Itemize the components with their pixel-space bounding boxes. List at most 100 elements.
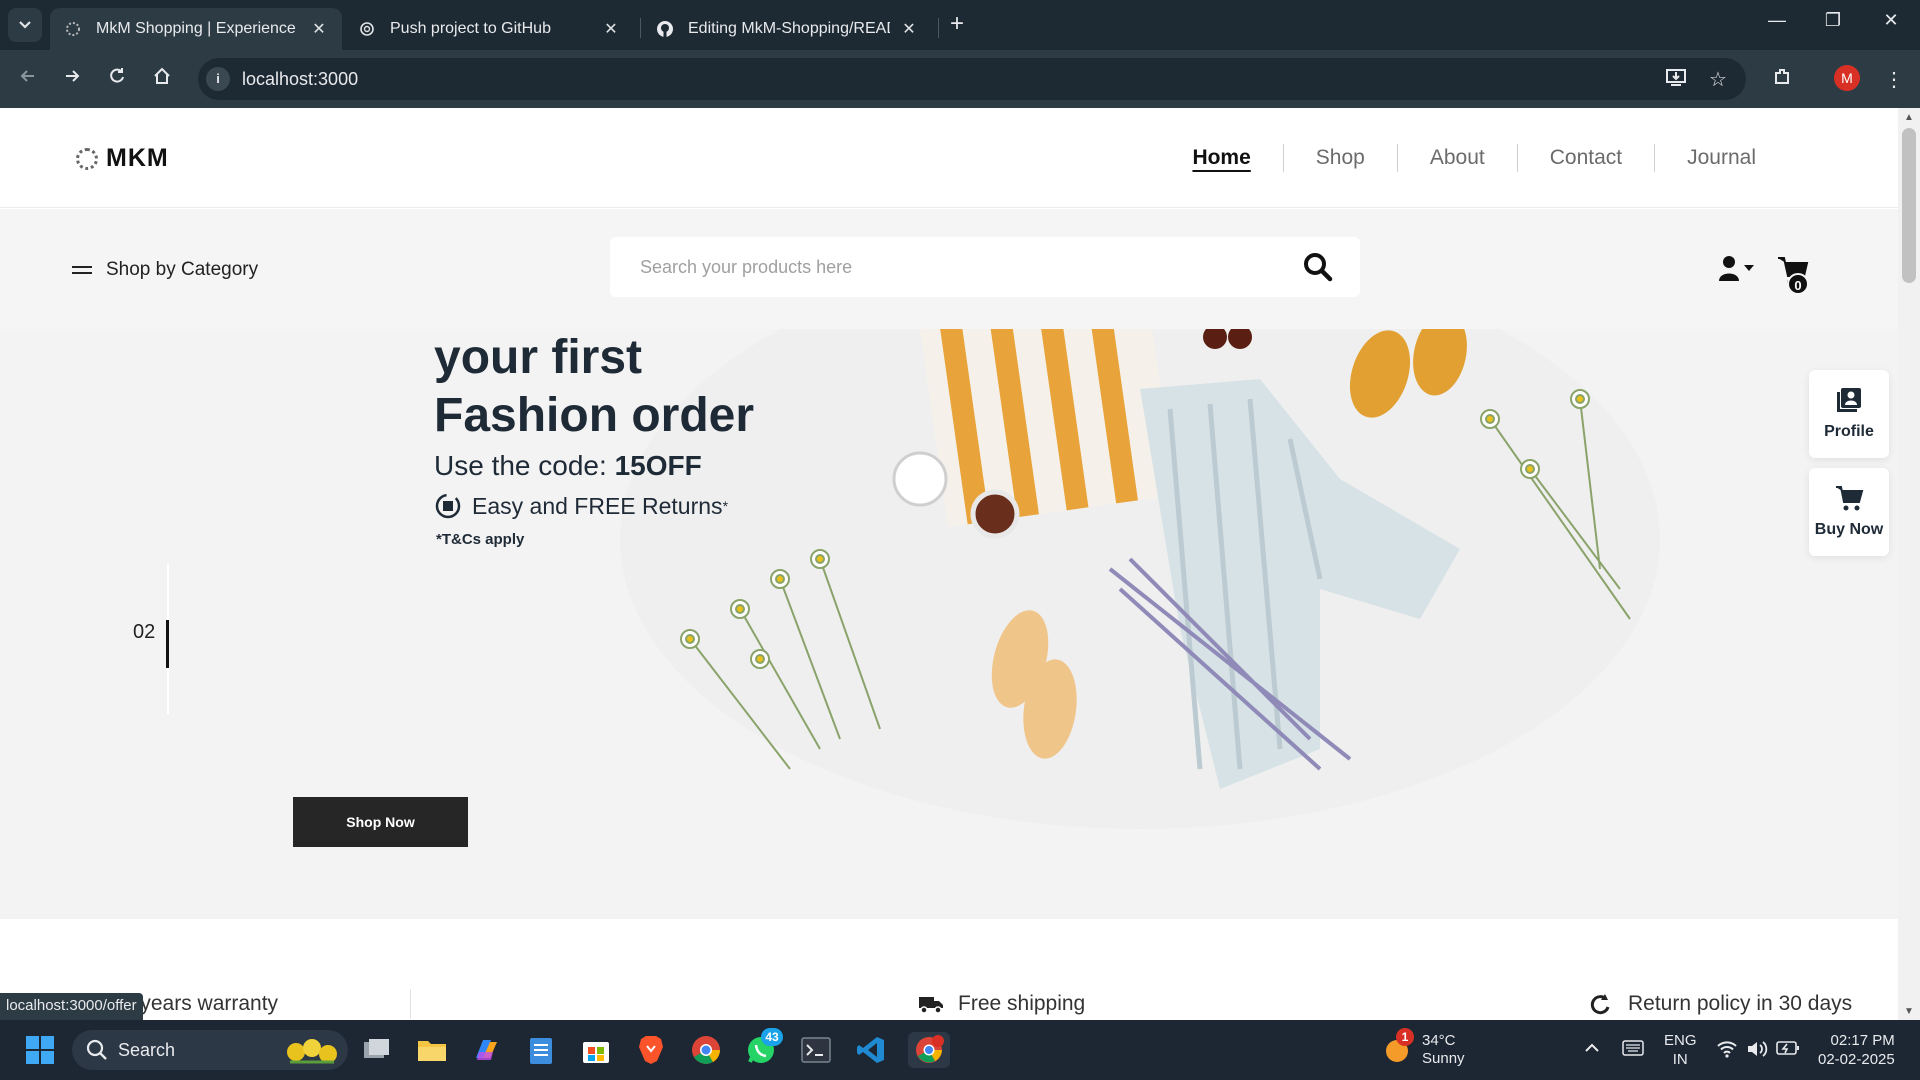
nav-home[interactable]: Home bbox=[1160, 146, 1282, 170]
profile-contacts-icon bbox=[1837, 388, 1861, 412]
tab-separator bbox=[640, 18, 641, 38]
vscode-icon[interactable] bbox=[853, 1032, 889, 1068]
nav-shop[interactable]: Shop bbox=[1284, 146, 1397, 170]
tab-close-icon[interactable]: ✕ bbox=[900, 19, 918, 39]
tab-search-menu-button[interactable] bbox=[8, 8, 42, 42]
tab-separator bbox=[938, 18, 939, 38]
reload-icon bbox=[110, 68, 124, 83]
forward-button[interactable] bbox=[58, 66, 86, 94]
system-clock[interactable]: 02:17 PM 02-02-2025 bbox=[1818, 1031, 1895, 1069]
floating-buy-now-button[interactable]: Buy Now bbox=[1809, 468, 1889, 556]
main-nav: Home Shop About Contact Journal bbox=[1160, 144, 1788, 172]
volume-icon[interactable] bbox=[1746, 1040, 1768, 1062]
scroll-down-arrow-icon[interactable]: ▼ bbox=[1904, 1006, 1914, 1017]
minimize-button[interactable]: — bbox=[1762, 10, 1792, 31]
tab-title: Editing MkM-Shopping/READM bbox=[688, 20, 890, 37]
returns-mark: * bbox=[722, 498, 729, 514]
hero-title-line-2: Fashion order bbox=[434, 389, 755, 442]
tab-title: Push project to GitHub bbox=[390, 20, 551, 37]
file-explorer-icon[interactable] bbox=[414, 1032, 450, 1068]
task-view-icon[interactable] bbox=[358, 1032, 394, 1068]
input-language[interactable]: ENG IN bbox=[1664, 1031, 1697, 1069]
arrow-right-icon bbox=[66, 70, 80, 82]
slide-progress-track[interactable] bbox=[166, 564, 169, 714]
tab-github-readme[interactable]: Editing MkM-Shopping/READM ✕ bbox=[642, 8, 932, 50]
hero-promo-code: Use the code: 15OFF bbox=[434, 450, 702, 482]
nav-journal[interactable]: Journal bbox=[1655, 146, 1788, 170]
status-bar-url: localhost:3000/offer bbox=[0, 993, 143, 1020]
address-url[interactable]: localhost:3000 bbox=[242, 69, 358, 90]
show-hidden-icons-chevron-icon[interactable] bbox=[1584, 1040, 1600, 1057]
reload-button[interactable] bbox=[103, 66, 131, 94]
browser-toolbar: i localhost:3000 ☆ ⋮ bbox=[0, 50, 1920, 108]
clock-time: 02:17 PM bbox=[1830, 1032, 1895, 1049]
weather-alert-badge: 1 bbox=[1396, 1028, 1414, 1046]
search-highlight-flowers-icon bbox=[287, 1039, 337, 1064]
weather-widget[interactable]: 34°C Sunny bbox=[1422, 1032, 1465, 1068]
scroll-up-arrow-icon[interactable]: ▲ bbox=[1904, 112, 1914, 123]
battery-icon[interactable] bbox=[1776, 1040, 1800, 1060]
bookmark-star-icon[interactable]: ☆ bbox=[1704, 67, 1732, 92]
hero-title: your first Fashion order bbox=[434, 329, 754, 445]
slide-progress-indicator bbox=[166, 620, 169, 668]
taskbar-search-label: Search bbox=[118, 1040, 176, 1060]
language-code: ENG bbox=[1664, 1032, 1697, 1049]
nav-contact[interactable]: Contact bbox=[1518, 146, 1654, 170]
microsoft-store-icon[interactable] bbox=[578, 1032, 614, 1068]
search-input[interactable]: Search your products here bbox=[640, 257, 852, 278]
product-search[interactable]: Search your products here bbox=[610, 237, 1360, 297]
chevron-down-icon bbox=[19, 21, 31, 29]
language-region: IN bbox=[1672, 1051, 1688, 1068]
site-info-icon[interactable]: i bbox=[206, 67, 230, 91]
terminal-icon[interactable] bbox=[798, 1032, 834, 1068]
address-bar[interactable]: i localhost:3000 bbox=[198, 58, 1746, 100]
install-app-icon[interactable] bbox=[1662, 67, 1690, 93]
tab-close-icon[interactable]: ✕ bbox=[310, 19, 328, 39]
tab-close-icon[interactable]: ✕ bbox=[602, 19, 620, 39]
promo-code: 15OFF bbox=[614, 450, 702, 481]
returns-cycle-icon bbox=[435, 493, 461, 519]
extensions-icon[interactable] bbox=[1768, 67, 1796, 93]
page-scrollbar[interactable]: ▲ ▼ bbox=[1898, 108, 1920, 1020]
striped-shirt bbox=[919, 329, 1176, 528]
feature-returns: Return policy in 30 days bbox=[1588, 992, 1852, 1016]
user-account-icon[interactable] bbox=[1718, 255, 1758, 283]
chrome-profile-active-icon[interactable] bbox=[908, 1032, 950, 1068]
keyboard-icon[interactable] bbox=[1622, 1040, 1644, 1060]
restore-button[interactable]: ❐ bbox=[1818, 10, 1848, 31]
browser-tab-bar: MkM Shopping | Experience the ✕ Push pro… bbox=[0, 0, 1920, 50]
feature-shipping: Free shipping bbox=[918, 992, 1085, 1016]
chrome-icon[interactable] bbox=[688, 1032, 724, 1068]
delivery-truck-icon bbox=[919, 997, 943, 1014]
browser-profile-avatar[interactable]: M bbox=[1834, 65, 1860, 91]
browser-menu-icon[interactable]: ⋮ bbox=[1880, 67, 1908, 92]
tab-mkm-shopping[interactable]: MkM Shopping | Experience the ✕ bbox=[50, 8, 342, 50]
new-tab-button[interactable]: + bbox=[950, 10, 964, 38]
shop-by-category-button[interactable]: Shop by Category bbox=[72, 259, 258, 281]
terms-apply: *T&Cs apply bbox=[436, 531, 525, 548]
floating-profile-button[interactable]: Profile bbox=[1809, 370, 1889, 458]
back-button[interactable] bbox=[14, 66, 42, 94]
scrollbar-thumb[interactable] bbox=[1902, 128, 1916, 283]
site-logo[interactable]: MKM bbox=[76, 144, 169, 173]
fashion-flatlay-image bbox=[620, 329, 1660, 829]
logo-ring-icon bbox=[76, 147, 98, 170]
copilot-icon[interactable] bbox=[468, 1032, 504, 1068]
search-bar-section: Shop by Category Search your products he… bbox=[0, 209, 1898, 329]
features-strip: Two years warranty Free shipping Return … bbox=[0, 919, 1898, 1020]
taskbar-search-box[interactable]: Search bbox=[72, 1030, 348, 1070]
windows-start-icon[interactable] bbox=[22, 1032, 58, 1068]
slide-number: 02 bbox=[133, 621, 156, 643]
brave-browser-icon[interactable] bbox=[633, 1032, 669, 1068]
tab-push-project[interactable]: Push project to GitHub ✕ bbox=[344, 8, 634, 50]
search-icon[interactable] bbox=[1302, 251, 1334, 283]
nav-about[interactable]: About bbox=[1398, 146, 1517, 170]
weather-temperature: 34°C bbox=[1422, 1032, 1456, 1049]
shop-now-button[interactable]: Shop Now bbox=[293, 797, 468, 847]
notepad-icon[interactable] bbox=[523, 1032, 559, 1068]
page-viewport: MKM Home Shop About Contact Journal Shop… bbox=[0, 108, 1898, 1020]
home-button[interactable] bbox=[148, 66, 176, 94]
logo-text: MKM bbox=[106, 144, 169, 172]
wifi-icon[interactable] bbox=[1716, 1040, 1738, 1062]
window-close-button[interactable]: ✕ bbox=[1876, 10, 1906, 31]
